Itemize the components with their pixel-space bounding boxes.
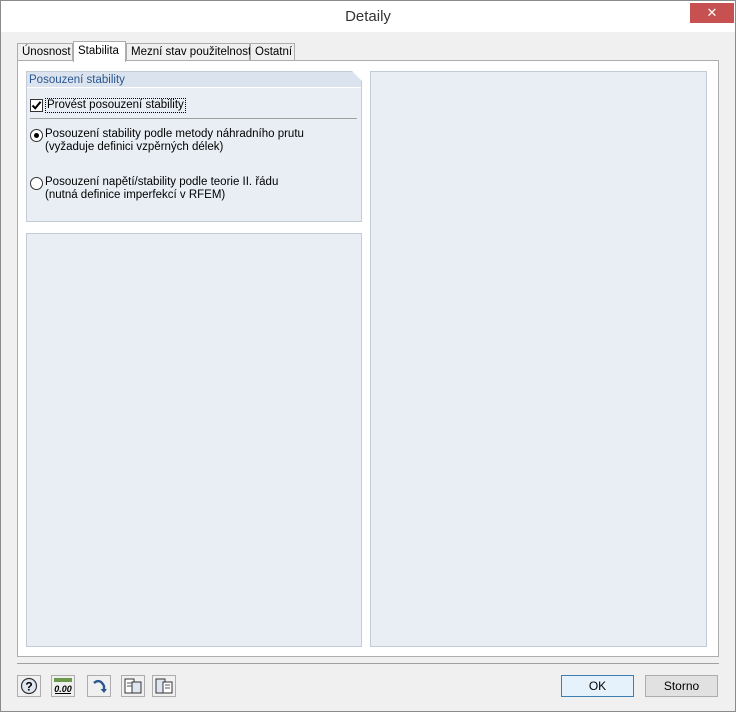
export-icon [124, 678, 142, 694]
radio-button[interactable] [30, 177, 43, 190]
checkmark-icon [31, 100, 42, 110]
help-button[interactable]: ? [17, 675, 41, 697]
radio-equivalent-member[interactable]: Posouzení stability podle metody náhradn… [30, 128, 304, 154]
tab-ostatni[interactable]: Ostatní [250, 43, 295, 61]
window-title: Detaily [345, 8, 391, 25]
close-icon: ✕ [706, 5, 718, 20]
group-header: Posouzení stability [27, 72, 361, 88]
help-icon: ? [20, 677, 38, 695]
footer-separator [17, 663, 719, 664]
lower-left-pane [26, 233, 362, 647]
import-icon [155, 678, 173, 694]
ok-button[interactable]: OK [561, 675, 634, 697]
tab-panel-stabilita: Posouzení stability Provést posouzení st… [17, 60, 719, 657]
svg-text:?: ? [25, 680, 32, 694]
tab-stabilita[interactable]: Stabilita [73, 41, 126, 62]
tab-unosnost[interactable]: Únosnost [17, 43, 73, 61]
radio-equivalent-member-line2: (vyžaduje definici vzpěrných délek) [45, 141, 224, 153]
reset-arrow-icon [93, 679, 107, 693]
group-separator [30, 118, 357, 119]
title-bar[interactable]: Detaily ✕ [1, 1, 735, 32]
perform-stability-checkbox[interactable] [30, 98, 43, 112]
radio-button-selected[interactable] [30, 129, 43, 142]
reset-button[interactable] [87, 675, 111, 697]
decimal-places-button[interactable]: 0.00 [51, 675, 75, 697]
stability-group: Posouzení stability Provést posouzení st… [26, 71, 362, 222]
perform-stability-row[interactable]: Provést posouzení stability [30, 97, 186, 113]
radio-dot [34, 133, 39, 138]
radio-second-order-line2: (nutná definice imperfekcí v RFEM) [45, 189, 226, 201]
export-button[interactable] [121, 675, 145, 697]
group-corner-notch [352, 71, 362, 81]
decimal-places-icon: 0.00 [54, 678, 72, 694]
radio-second-order[interactable]: Posouzení napětí/stability podle teorie … [30, 176, 278, 202]
dialog-window: Detaily ✕ Únosnost Stabilita Mezní stav … [0, 0, 736, 712]
svg-text:0.00: 0.00 [54, 684, 72, 694]
import-button[interactable] [152, 675, 176, 697]
right-pane [370, 71, 707, 647]
perform-stability-label: Provést posouzení stability [45, 97, 186, 113]
close-button[interactable]: ✕ [690, 3, 734, 23]
tab-mezni-stav[interactable]: Mezní stav použitelnosti [126, 43, 254, 61]
cancel-button[interactable]: Storno [645, 675, 718, 697]
radio-second-order-line1: Posouzení napětí/stability podle teorie … [45, 176, 279, 188]
radio-equivalent-member-line1: Posouzení stability podle metody náhradn… [45, 128, 304, 140]
